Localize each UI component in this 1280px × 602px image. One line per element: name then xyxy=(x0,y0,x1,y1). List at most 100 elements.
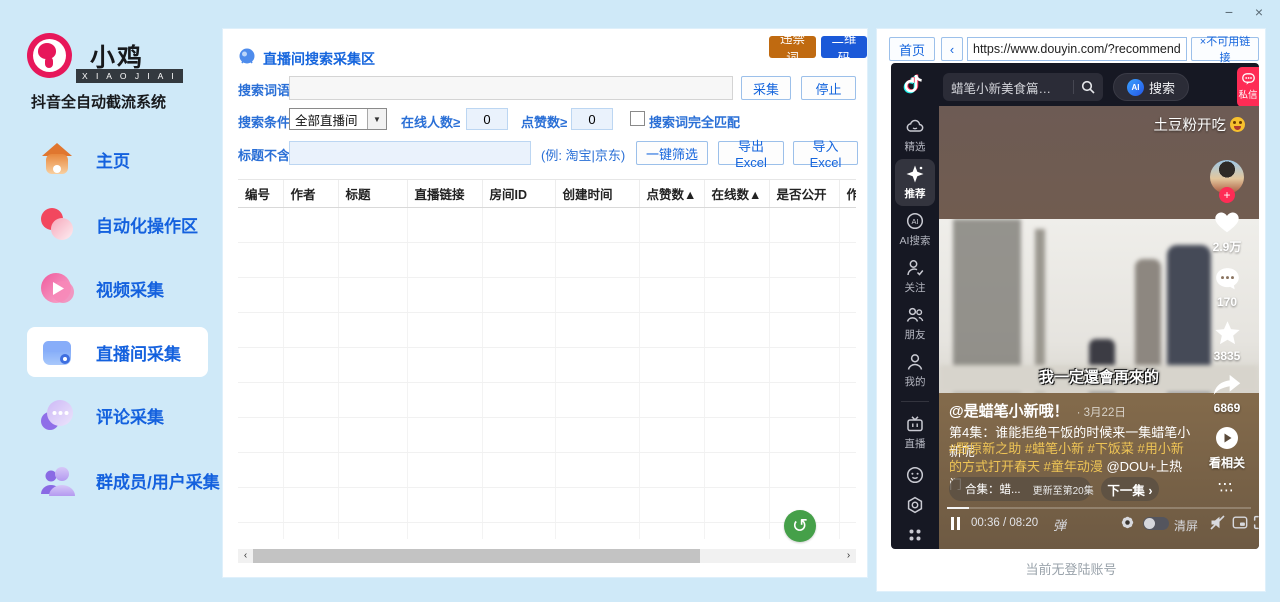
browser-panel: 首页 ‹ ×不可用链接 蜡笔小新美食篇… AI 搜索 私信 xyxy=(876,28,1266,592)
scroll-left-icon[interactable]: ‹ xyxy=(238,549,253,563)
col-header[interactable]: 作者 xyxy=(283,180,338,208)
stop-button[interactable]: 停止 xyxy=(801,76,856,100)
col-header[interactable]: 编号 xyxy=(238,180,283,208)
results-table: 编号 作者 标题 直播链接 房间ID 创建时间 点赞数▲ 在线数▲ 是否公开 作… xyxy=(238,179,856,539)
collection-pill[interactable]: 合集：蜡... 更新至第20集 xyxy=(949,477,1091,501)
video-author[interactable]: @是蜡笔小新哦！ · 3月22日 xyxy=(949,400,1126,421)
nav-ai-search[interactable]: AI AI搜索 xyxy=(895,206,935,253)
pause-button[interactable] xyxy=(951,517,960,530)
sidebar-item-label: 直播间采集 xyxy=(96,340,181,365)
gear-icon xyxy=(905,495,925,515)
sidebar-item-home[interactable]: 主页 xyxy=(27,134,208,184)
nav-featured[interactable]: 精选 xyxy=(895,112,935,159)
invalid-link-button[interactable]: ×不可用链接 xyxy=(1191,37,1259,61)
danmaku-toggle[interactable]: 弹 xyxy=(1053,515,1066,534)
section-icon xyxy=(237,47,257,67)
table-row xyxy=(238,313,856,348)
live-room-collect-panel: 直播间搜索采集区 违禁词 二维码 搜索词语 采集 停止 搜索条件 全部直播间 ▼… xyxy=(222,28,868,578)
fullscreen-icon[interactable] xyxy=(1253,515,1259,530)
title-exclude-label: 标题不含 xyxy=(238,145,290,164)
sidebar-item-user-collect[interactable]: 群成员/用户采集 xyxy=(27,455,208,505)
scrollbar-thumb[interactable] xyxy=(253,549,700,563)
sidebar-item-automation[interactable]: 自动化操作区 xyxy=(27,199,208,249)
online-count-input[interactable] xyxy=(466,108,508,130)
horizontal-scrollbar[interactable]: ‹ › xyxy=(238,549,856,563)
nav-game-center[interactable] xyxy=(895,460,935,490)
close-button[interactable]: × xyxy=(1248,2,1270,22)
refresh-button[interactable]: ↺ xyxy=(784,510,816,542)
app-logo-badge: X I A O J I A I xyxy=(76,69,183,83)
sidebar-item-label: 视频采集 xyxy=(96,276,164,301)
favorite-icon[interactable] xyxy=(1213,319,1242,346)
comment-count: 170 xyxy=(1217,295,1237,309)
scroll-right-icon[interactable]: › xyxy=(841,549,856,563)
author-avatar[interactable] xyxy=(1210,160,1244,194)
sidebar-item-label: 评论采集 xyxy=(96,403,164,428)
col-header[interactable]: 点赞数▲ xyxy=(639,180,704,208)
exact-match-checkbox[interactable] xyxy=(630,111,645,126)
nav-more-apps[interactable] xyxy=(895,520,935,549)
login-status-text: 当前无登陆账号 xyxy=(877,559,1265,578)
condition-label: 搜索条件 xyxy=(238,112,290,131)
mini-window-icon[interactable] xyxy=(1232,515,1248,530)
col-header[interactable]: 创建时间 xyxy=(555,180,639,208)
like-icon[interactable] xyxy=(1212,208,1242,235)
nav-friends[interactable]: 朋友 xyxy=(895,300,935,347)
sidebar-item-live-collect[interactable]: 直播间采集 xyxy=(27,327,208,377)
comment-collect-icon xyxy=(38,396,76,434)
one-click-filter-button[interactable]: 一键筛选 xyxy=(636,141,708,165)
col-header[interactable]: 房间ID xyxy=(482,180,555,208)
example-hint: (例: 淘宝|京东) xyxy=(541,145,625,164)
related-videos-label[interactable]: 看相关 xyxy=(1209,454,1245,471)
comment-icon[interactable] xyxy=(1213,265,1242,292)
sidebar-item-comment-collect[interactable]: 评论采集 xyxy=(27,390,208,440)
section-title: 直播间搜索采集区 xyxy=(263,49,375,69)
related-videos-icon[interactable] xyxy=(1214,425,1240,451)
next-episode-button[interactable]: 下一集 › xyxy=(1101,477,1159,501)
title-exclude-input[interactable] xyxy=(289,141,531,165)
ai-search-button[interactable]: AI 搜索 xyxy=(1113,73,1189,101)
share-icon[interactable] xyxy=(1212,373,1242,398)
col-header[interactable]: 在线数▲ xyxy=(704,180,769,208)
col-header[interactable]: 是否公开 xyxy=(769,180,839,208)
direct-message-badge[interactable]: 私信 xyxy=(1237,67,1259,107)
clear-screen-toggle[interactable] xyxy=(1143,517,1169,530)
rail-more-icon[interactable]: ⋯ xyxy=(1219,481,1235,499)
nav-live[interactable]: 直播 xyxy=(895,409,935,456)
nav-recommend[interactable]: 推荐 xyxy=(895,159,935,206)
banned-words-button[interactable]: 违禁词 xyxy=(769,36,816,58)
share-count: 6869 xyxy=(1214,401,1241,415)
ai-search-icon: AI xyxy=(905,211,925,231)
mute-icon[interactable] xyxy=(1209,514,1226,531)
col-header[interactable]: 作者ID xyxy=(839,180,856,208)
app-window: − × 小鸡 X I A O J I A I 抖音全自动截流系统 主页 自动化操… xyxy=(0,0,1280,602)
room-type-select[interactable]: 全部直播间 ▼ xyxy=(289,108,387,130)
export-excel-button[interactable]: 导出Excel xyxy=(718,141,784,165)
import-excel-button[interactable]: 导入Excel xyxy=(793,141,858,165)
video-player-area[interactable]: 土豆粉开吃 我一定還會再來的 @是蜡笔小新哦！ · 3月22日 第4集：谁能拒绝… xyxy=(939,106,1259,549)
app-logo-icon xyxy=(27,33,72,78)
browser-back-button[interactable]: ‹ xyxy=(941,37,963,61)
nav-mine[interactable]: 我的 xyxy=(895,347,935,394)
browser-home-button[interactable]: 首页 xyxy=(889,37,935,61)
scrollbar-track[interactable] xyxy=(253,549,841,563)
search-words-label: 搜索词语 xyxy=(238,80,290,99)
search-words-input[interactable] xyxy=(289,76,733,100)
douyin-search-box[interactable]: 蜡笔小新美食篇… xyxy=(943,73,1103,101)
nav-settings[interactable] xyxy=(895,490,935,520)
nav-following[interactable]: 关注 xyxy=(895,253,935,300)
col-header[interactable]: 标题 xyxy=(338,180,407,208)
minimize-button[interactable]: − xyxy=(1218,2,1240,22)
following-icon xyxy=(905,258,925,278)
url-input[interactable] xyxy=(967,37,1187,61)
sidebar-item-video-collect[interactable]: 视频采集 xyxy=(27,263,208,313)
featured-icon xyxy=(905,117,925,137)
progress-bar[interactable] xyxy=(947,507,1251,509)
app-subtitle: 抖音全自动截流系统 xyxy=(31,91,166,112)
player-settings-icon[interactable] xyxy=(1119,514,1136,531)
col-header[interactable]: 直播链接 xyxy=(407,180,482,208)
search-icon[interactable] xyxy=(1081,80,1095,94)
qrcode-button[interactable]: 二维码 xyxy=(821,36,867,58)
collect-button[interactable]: 采集 xyxy=(741,76,791,100)
likes-count-input[interactable] xyxy=(571,108,613,130)
